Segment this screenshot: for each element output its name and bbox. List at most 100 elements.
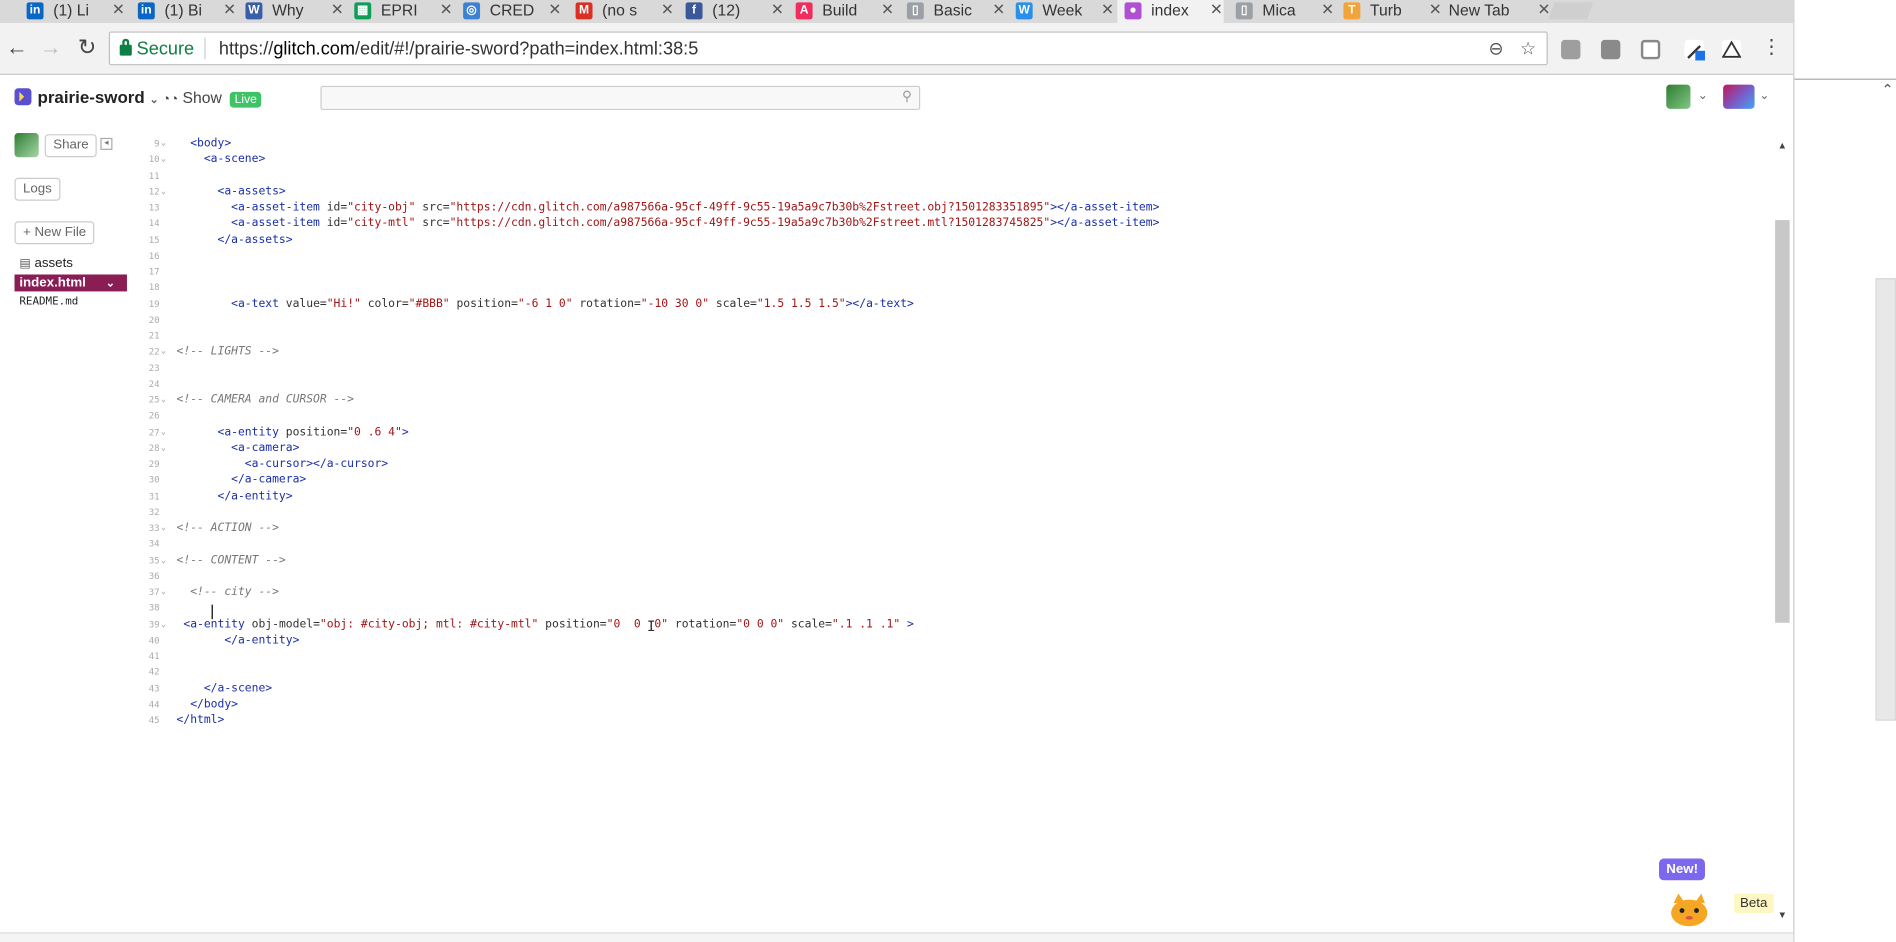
tab-4[interactable]: ◎ CRED ✕ <box>456 0 562 23</box>
address-bar[interactable]: Secure https://glitch.com/edit/#!/prairi… <box>108 31 1548 66</box>
tab-2[interactable]: W Why ✕ <box>238 0 344 23</box>
close-icon[interactable]: ✕ <box>330 0 345 19</box>
new-file-button[interactable]: + New File <box>14 221 95 245</box>
tab-0[interactable]: in (1) Li ✕ <box>19 0 125 23</box>
chevron-down-icon: ⌄ <box>149 93 159 106</box>
tab-11[interactable]: ▯ Mica ✕ <box>1229 0 1335 23</box>
collapse-sidebar-icon[interactable]: ◂ <box>100 137 113 150</box>
fold-chevron-icon[interactable]: ⌄ <box>161 183 166 199</box>
tab-13[interactable]: New Tab ✕ <box>1445 0 1551 23</box>
zoom-icon[interactable]: ⊖ <box>1489 37 1504 60</box>
fold-chevron-icon[interactable]: ⌄ <box>161 392 166 408</box>
gmail-icon: M <box>575 2 593 20</box>
scroll-down-icon[interactable]: ▼ <box>1778 909 1788 920</box>
line-number: 12 <box>148 185 160 197</box>
tab-5[interactable]: M (no s ✕ <box>568 0 674 23</box>
share-button[interactable]: Share <box>44 134 98 158</box>
tab-10[interactable]: ● index ✕ <box>1117 0 1224 23</box>
line-number: 36 <box>148 570 160 582</box>
tab-8[interactable]: ▯ Basic ✕ <box>900 0 1006 23</box>
close-icon[interactable]: ✕ <box>1428 0 1443 19</box>
tab-6[interactable]: f (12) ✕ <box>678 0 784 23</box>
tab-7[interactable]: A Build ✕ <box>788 0 894 23</box>
file-assets[interactable]: ▤ assets <box>15 255 127 272</box>
bookmark-star-icon[interactable]: ☆ <box>1520 37 1536 60</box>
secure-indicator[interactable]: Secure <box>119 39 194 59</box>
file-readme[interactable]: README.md <box>15 294 127 311</box>
fold-chevron-icon[interactable]: ⌄ <box>161 344 166 360</box>
line-number: 9 <box>154 137 160 149</box>
cast-extension-icon[interactable] <box>1640 39 1661 60</box>
line-number: 27 <box>148 426 160 438</box>
extension-icon[interactable] <box>1600 39 1621 60</box>
eyedropper-extension-icon[interactable] <box>1684 39 1705 61</box>
scrollbar-thumb[interactable] <box>1775 220 1790 623</box>
glitch-header: prairie-sword ⌄ ◔◔ Show Live ⚲ ⌄ ⌄ <box>0 74 1794 124</box>
close-icon[interactable]: ✕ <box>1320 0 1335 19</box>
close-icon[interactable]: ✕ <box>222 0 237 19</box>
back-arrow-icon[interactable]: ← <box>5 35 29 60</box>
editor-scrollbar[interactable]: ▲ ▼ <box>1773 135 1791 922</box>
tab-title: EPRI <box>380 1 418 20</box>
fold-chevron-icon[interactable]: ⌄ <box>161 424 166 440</box>
fold-chevron-icon[interactable]: ⌄ <box>161 520 166 536</box>
team-avatar[interactable] <box>1723 84 1755 109</box>
glitch-cat-icon[interactable] <box>1666 891 1714 932</box>
tab-3[interactable]: ▦ EPRI ✕ <box>347 0 453 23</box>
new-tab-button[interactable] <box>1548 2 1594 20</box>
reload-icon[interactable]: ↻ <box>75 35 99 60</box>
close-icon[interactable]: ✕ <box>111 0 126 19</box>
logs-button[interactable]: Logs <box>14 177 61 201</box>
folder-icon: ▤ <box>19 257 31 271</box>
tab-title: Why <box>272 1 304 20</box>
close-icon[interactable]: ✕ <box>548 0 563 19</box>
code-text: <!-- city --> <box>190 585 279 599</box>
close-icon[interactable]: ✕ <box>992 0 1007 19</box>
code-editor[interactable]: 9 ⌄ <body> 10 ⌄ <a-scene> 11 12 ⌄ <a-assets> 13… <box>135 135 1773 740</box>
url-text[interactable]: https://glitch.com/edit/#!/prairie-sword… <box>219 39 698 60</box>
fold-chevron-icon[interactable]: ⌄ <box>161 616 166 632</box>
forward-arrow-icon[interactable]: → <box>39 35 63 60</box>
file-label: assets <box>34 256 73 271</box>
turbo-icon: T <box>1343 2 1361 20</box>
scroll-up-icon[interactable]: ▲ <box>1778 140 1788 151</box>
close-icon[interactable]: ✕ <box>880 0 895 19</box>
close-icon[interactable]: ✕ <box>770 0 785 19</box>
fold-chevron-icon[interactable]: ⌄ <box>161 135 166 151</box>
fold-chevron-icon[interactable]: ⌄ <box>161 584 166 600</box>
close-icon[interactable]: ✕ <box>1100 0 1115 19</box>
project-name-button[interactable]: prairie-sword ⌄ <box>14 87 159 106</box>
page-scrollbar[interactable] <box>1875 278 1896 721</box>
close-icon[interactable]: ✕ <box>439 0 454 19</box>
show-button[interactable]: ◔◔ Show Live <box>162 88 262 108</box>
code-text: <a-camera> <box>231 441 300 455</box>
chevron-down-icon[interactable]: ⌄ <box>1759 89 1769 102</box>
line-number: 17 <box>148 266 160 277</box>
tab-9[interactable]: W Week ✕ <box>1008 0 1114 23</box>
close-icon[interactable]: ✕ <box>660 0 675 19</box>
file-index-html[interactable]: index.html ⌄ <box>14 274 127 292</box>
close-icon[interactable]: ✕ <box>1209 0 1224 19</box>
chevron-down-icon[interactable]: ⌄ <box>106 274 115 291</box>
code-text: <a-entity obj-model="obj: #city-obj; mtl… <box>183 617 914 631</box>
tab-1[interactable]: in (1) Bi ✕ <box>131 0 237 23</box>
line-number: 18 <box>148 282 160 293</box>
collapse-caret-icon[interactable]: ⌃ <box>1882 81 1894 98</box>
browser-menu-icon[interactable]: ⋮ <box>1759 35 1783 59</box>
line-number: 11 <box>148 169 160 181</box>
fold-chevron-icon[interactable]: ⌄ <box>161 552 166 568</box>
page-icon: ▯ <box>1235 2 1253 20</box>
code-text: <a-asset-item id="city-obj" src="https:/… <box>231 200 1160 215</box>
drive-extension-icon[interactable] <box>1721 39 1742 60</box>
collaborator-avatar[interactable] <box>14 133 39 158</box>
tab-12[interactable]: T Turb ✕ <box>1336 0 1442 23</box>
chevron-down-icon[interactable]: ⌄ <box>1698 89 1708 102</box>
fold-chevron-icon[interactable]: ⌄ <box>161 440 166 456</box>
fold-chevron-icon[interactable]: ⌄ <box>161 151 166 167</box>
tab-title: Mica <box>1262 1 1296 20</box>
grammarly-extension-icon[interactable] <box>1561 39 1581 60</box>
close-icon[interactable]: ✕ <box>1537 0 1552 19</box>
user-avatar[interactable] <box>1666 84 1691 109</box>
search-input[interactable]: ⚲ <box>320 85 921 111</box>
new-badge[interactable]: New! <box>1659 858 1706 881</box>
